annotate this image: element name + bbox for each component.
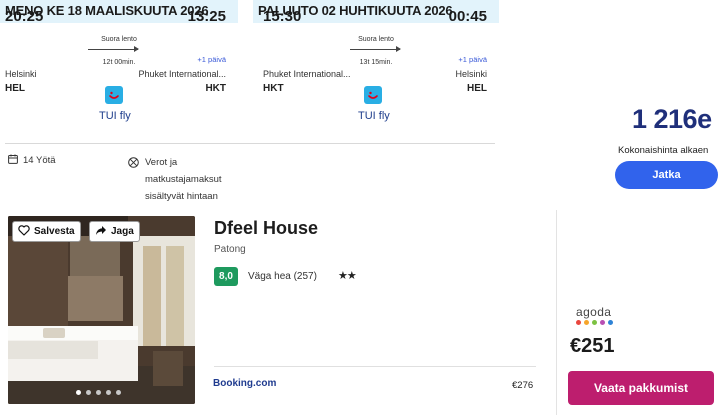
taxes-text: Verot ja matkustajamaksut sisältyvät hin… xyxy=(145,154,222,205)
no-extra-fees-icon xyxy=(128,157,139,205)
outbound-arrival-city: Phuket International... xyxy=(138,69,226,79)
return-departure-time: 15:30 xyxy=(263,8,302,25)
agoda-logo: agoda xyxy=(576,305,613,325)
outbound-route-type: Suora lento xyxy=(101,36,137,43)
review-summary: Väga hea (257) xyxy=(248,271,317,282)
provider-price: €276 xyxy=(512,380,534,391)
outbound-airline: TUI fly xyxy=(99,110,131,122)
share-arrow-icon xyxy=(95,225,107,239)
nights-info: 14 Yötä xyxy=(8,154,56,167)
save-button[interactable]: Salvesta xyxy=(12,221,81,242)
outbound-arrival-code: HKT xyxy=(205,83,226,94)
package-price-label: Kokonaishinta alkaen xyxy=(618,145,709,156)
heart-icon xyxy=(18,224,30,239)
return-arrival-time: 00:45 xyxy=(448,8,487,25)
carousel-dot[interactable] xyxy=(76,390,81,395)
outbound-departure-code: HEL xyxy=(5,83,25,94)
return-departure-city: Phuket International... xyxy=(263,69,351,79)
hotel-star-rating: ★★ xyxy=(338,270,357,282)
share-label: Jaga xyxy=(111,226,134,237)
outbound-flight-card: MENO KE 18 MAALISKUUTA 2026 20:25 13:25 … xyxy=(0,0,238,128)
taxes-line: matkustajamaksut xyxy=(145,174,222,185)
continue-button[interactable]: Jatka xyxy=(615,161,718,189)
carousel-dot[interactable] xyxy=(86,390,91,395)
tui-smile-icon xyxy=(364,86,382,104)
return-airline: TUI fly xyxy=(358,110,390,122)
view-deal-button[interactable]: Vaata pakkumist xyxy=(568,371,714,405)
outbound-arrival-time: 13:25 xyxy=(187,8,226,25)
tui-smile-icon xyxy=(105,86,123,104)
taxes-info: Verot ja matkustajamaksut sisältyvät hin… xyxy=(128,154,222,205)
outbound-departure-city: Helsinki xyxy=(5,69,37,79)
agoda-logo-dots xyxy=(576,320,613,325)
card-divider xyxy=(556,210,557,415)
return-plus-day: +1 päivä xyxy=(458,55,487,64)
agoda-logo-dot xyxy=(584,320,589,325)
agoda-logo-dot xyxy=(576,320,581,325)
calendar-icon xyxy=(8,154,18,167)
photo-carousel-dots xyxy=(76,390,121,395)
agoda-logo-dot xyxy=(592,320,597,325)
carousel-dot[interactable] xyxy=(96,390,101,395)
return-route-arrow xyxy=(350,46,401,52)
provider-name[interactable]: Booking.com xyxy=(213,378,276,389)
share-button[interactable]: Jaga xyxy=(89,221,140,242)
outbound-route-arrow xyxy=(88,46,139,52)
outbound-departure-time: 20:25 xyxy=(5,8,44,25)
agoda-logo-text: agoda xyxy=(576,305,612,319)
agoda-logo-dot xyxy=(608,320,613,325)
taxes-line: Verot ja xyxy=(145,157,178,168)
return-route-type: Suora lento xyxy=(358,36,394,43)
nights-label: 14 Yötä xyxy=(23,155,56,166)
save-label: Salvesta xyxy=(34,226,75,237)
taxes-line: sisältyvät hintaan xyxy=(145,191,218,202)
return-arrival-code: HEL xyxy=(467,83,487,94)
carousel-dot[interactable] xyxy=(116,390,121,395)
package-total-price: 1 216e xyxy=(632,104,712,134)
review-score-badge: 8,0 xyxy=(214,267,238,286)
hotel-area: Patong xyxy=(214,244,246,255)
hotel-name[interactable]: Dfeel House xyxy=(214,218,318,239)
deal-price: €251 xyxy=(570,335,615,357)
return-arrival-city: Helsinki xyxy=(455,69,487,79)
hotel-photo[interactable] xyxy=(8,216,195,404)
provider-divider xyxy=(214,366,536,367)
section-divider xyxy=(5,143,495,144)
return-departure-code: HKT xyxy=(263,83,284,94)
carousel-dot[interactable] xyxy=(106,390,111,395)
agoda-logo-dot xyxy=(600,320,605,325)
return-flight-card: PALUUTO 02 HUHTIKUUTA 2026 15:30 00:45 S… xyxy=(253,0,499,128)
hotel-room-image xyxy=(8,216,195,404)
outbound-plus-day: +1 päivä xyxy=(197,55,226,64)
